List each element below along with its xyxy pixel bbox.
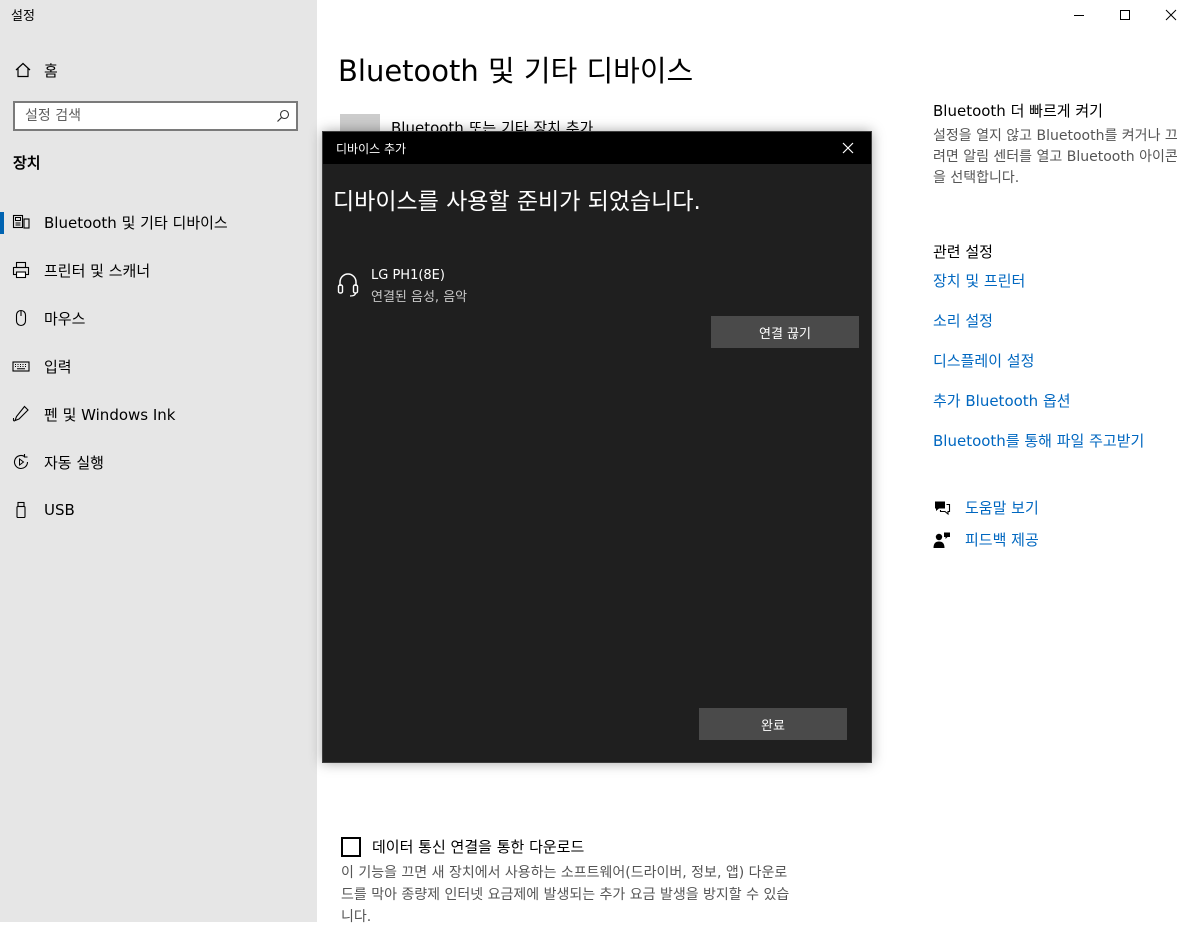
sidebar-item-typing[interactable]: 입력 (0, 346, 317, 386)
window-controls (1056, 0, 1194, 30)
sidebar-item-label: 펜 및 Windows Ink (44, 405, 176, 424)
get-help-label: 도움말 보기 (965, 499, 1039, 517)
headphones-icon (337, 271, 359, 297)
close-button[interactable] (1148, 0, 1194, 30)
metered-download-checkbox[interactable] (341, 836, 361, 857)
maximize-icon (1119, 6, 1131, 25)
device-entry: LG PH1(8E) 연결된 음성, 음악 (337, 268, 467, 305)
dialog-title: 디바이스 추가 (336, 142, 407, 156)
get-help-link[interactable]: 도움말 보기 (933, 497, 1039, 518)
mouse-icon (11, 308, 31, 328)
sidebar-item-label: 입력 (44, 357, 72, 376)
link-devices-printers[interactable]: 장치 및 프린터 (933, 270, 1025, 291)
minimize-icon (1073, 6, 1085, 25)
keyboard-icon (11, 356, 31, 376)
related-settings-heading: 관련 설정 (933, 243, 993, 261)
search-box (13, 101, 298, 131)
sidebar-item-label: USB (44, 501, 75, 519)
sidebar-item-pen[interactable]: 펜 및 Windows Ink (0, 394, 317, 434)
sidebar-item-usb[interactable]: USB (0, 490, 317, 530)
dialog-close-button[interactable] (825, 132, 871, 164)
home-nav[interactable]: 홈 (13, 58, 58, 82)
search-input[interactable] (15, 107, 270, 125)
done-button[interactable]: 완료 (699, 708, 847, 740)
sidebar-item-autoplay[interactable]: 자동 실행 (0, 442, 317, 482)
close-icon (842, 139, 854, 158)
minimize-button[interactable] (1056, 0, 1102, 30)
metered-download-label: 데이터 통신 연결을 통한 다운로드 (372, 838, 585, 856)
dialog-titlebar: 디바이스 추가 (323, 132, 871, 164)
add-device-dialog: 디바이스 추가 디바이스를 사용할 준비가 되었습니다. LG PH1(8E) … (322, 131, 872, 763)
device-status: 연결된 음성, 음악 (371, 290, 468, 305)
disconnect-button[interactable]: 연결 끊기 (711, 316, 859, 348)
quick-bluetooth-text: 설정을 열지 않고 Bluetooth를 켜거나 끄려면 알림 센터를 열고 B… (933, 128, 1178, 186)
help-icon (933, 499, 951, 517)
selection-indicator (0, 212, 4, 234)
sidebar: 설정 홈 장치 Bluetooth 및 기타 디바이스 프린터 및 스캐너 마우… (0, 0, 317, 922)
device-name: LG PH1(8E) (371, 268, 445, 283)
sidebar-item-label: Bluetooth 및 기타 디바이스 (44, 213, 228, 232)
page-title: Bluetooth 및 기타 디바이스 (338, 54, 694, 88)
link-sound-settings[interactable]: 소리 설정 (933, 310, 993, 331)
sidebar-item-mouse[interactable]: 마우스 (0, 298, 317, 338)
give-feedback-link[interactable]: 피드백 제공 (933, 529, 1039, 550)
sidebar-item-label: 마우스 (44, 309, 86, 328)
sidebar-item-label: 프린터 및 스캐너 (44, 261, 151, 280)
close-icon (1165, 6, 1177, 25)
autoplay-icon (11, 452, 31, 472)
give-feedback-label: 피드백 제공 (965, 531, 1039, 549)
search-icon[interactable] (270, 109, 296, 123)
home-icon (13, 60, 33, 80)
app-title: 설정 (11, 9, 35, 24)
metered-download-option: 데이터 통신 연결을 통한 다운로드 (341, 836, 584, 857)
printer-icon (11, 260, 31, 280)
home-label: 홈 (44, 61, 58, 80)
sidebar-item-printers[interactable]: 프린터 및 스캐너 (0, 250, 317, 290)
quick-bluetooth-heading: Bluetooth 더 빠르게 켜기 (933, 102, 1103, 120)
link-display-settings[interactable]: 디스플레이 설정 (933, 350, 1034, 371)
sidebar-item-label: 자동 실행 (44, 453, 104, 472)
device-info: LG PH1(8E) 연결된 음성, 음악 (371, 268, 467, 305)
maximize-button[interactable] (1102, 0, 1148, 30)
usb-icon (11, 500, 31, 520)
pen-icon (11, 404, 31, 424)
sidebar-item-bluetooth[interactable]: Bluetooth 및 기타 디바이스 (0, 202, 317, 242)
feedback-icon (933, 531, 951, 549)
section-title: 장치 (13, 154, 41, 172)
dialog-heading: 디바이스를 사용할 준비가 되었습니다. (333, 189, 701, 215)
metered-download-description: 이 기능을 끄면 새 장치에서 사용하는 소프트웨어(드라이버, 정보, 앱) … (341, 865, 790, 925)
link-bluetooth-file-transfer[interactable]: Bluetooth를 통해 파일 주고받기 (933, 430, 1144, 451)
bluetooth-device-icon (11, 212, 31, 232)
link-more-bluetooth-options[interactable]: 추가 Bluetooth 옵션 (933, 390, 1071, 411)
